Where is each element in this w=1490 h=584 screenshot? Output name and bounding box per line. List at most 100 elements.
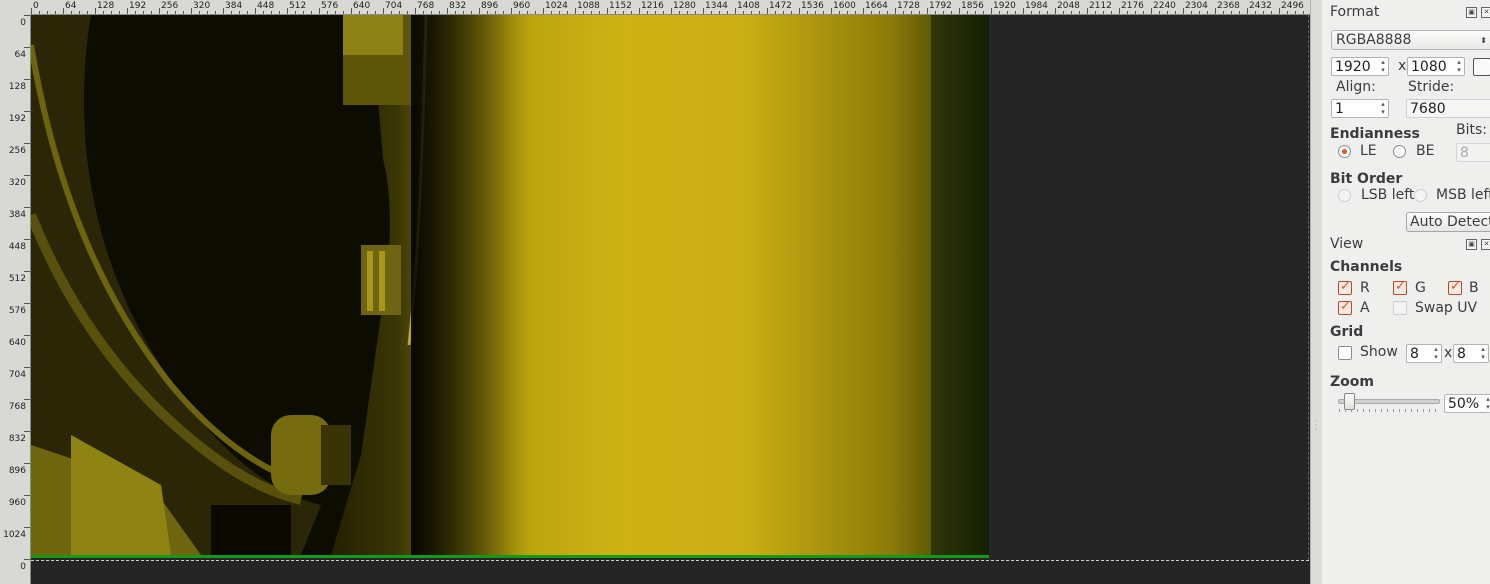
grid-label: Grid	[1330, 324, 1364, 340]
be-radio[interactable]	[1393, 145, 1406, 158]
ruler-minor-tick	[1207, 11, 1208, 14]
ruler-label: 1600	[833, 1, 856, 11]
ruler-label: 2048	[1057, 1, 1080, 11]
ruler-tick	[383, 8, 384, 14]
ruler-minor-tick	[711, 11, 712, 14]
grid-show-checkbox[interactable]	[1338, 346, 1352, 360]
ruler-minor-tick	[1191, 11, 1192, 14]
ruler-minor-tick	[1103, 11, 1104, 14]
ruler-tick	[127, 8, 128, 14]
ruler-tick	[1247, 8, 1248, 14]
grid-height-spinbox[interactable]: 8 ▴ ▾	[1453, 344, 1489, 363]
ruler-tick	[24, 47, 30, 48]
ruler-tick	[255, 8, 256, 14]
canvas-extent-line	[31, 560, 1309, 561]
channel-b-checkbox[interactable]	[1448, 279, 1462, 295]
height-spinbox[interactable]: 1080 ▴ ▾	[1407, 57, 1465, 76]
ruler-label: 512	[289, 1, 307, 11]
stride-value: 7680	[1410, 101, 1446, 117]
ruler-minor-tick	[487, 11, 488, 14]
ruler-label: 192	[129, 1, 147, 11]
ruler-minor-tick	[807, 11, 808, 14]
ruler-minor-tick	[1071, 11, 1072, 14]
ruler-minor-tick	[87, 11, 88, 14]
pixel-format-select[interactable]: RGBA8888 ⬍	[1331, 30, 1490, 50]
ruler-label: 2432	[1249, 1, 1272, 11]
ruler-minor-tick	[239, 11, 240, 14]
horizontal-ruler: 0 64 128 192 256 320 384 448 512 576 640 704 768 832 8…	[0, 0, 1310, 15]
ruler-minor-tick	[135, 11, 136, 14]
ruler-minor-tick	[935, 11, 936, 14]
stride-label: Stride:	[1408, 79, 1455, 95]
image-bottom-edge	[31, 555, 989, 558]
image-canvas[interactable]	[31, 15, 1309, 584]
ruler-tick	[223, 8, 224, 14]
ruler-minor-tick	[791, 11, 792, 14]
zoom-slider[interactable]	[1338, 393, 1440, 412]
ruler-tick	[1055, 8, 1056, 14]
ruler-tick	[479, 8, 480, 14]
ruler-minor-tick	[1271, 11, 1272, 14]
ruler-label: 384	[8, 210, 26, 220]
align-spinbox[interactable]: 1 ▴ ▾	[1331, 99, 1389, 118]
width-spinbox[interactable]: 1920 ▴ ▾	[1331, 57, 1389, 76]
zoom-label: Zoom	[1330, 374, 1374, 390]
channel-r-checkbox[interactable]	[1338, 279, 1352, 295]
raw-image-preview[interactable]	[31, 15, 989, 555]
ruler-minor-tick	[695, 11, 696, 14]
ruler-tick	[543, 8, 544, 14]
ruler-label: 1152	[609, 1, 632, 11]
canvas-extent-vline	[1308, 15, 1309, 560]
ruler-minor-tick	[343, 11, 344, 14]
ruler-minor-tick	[1135, 11, 1136, 14]
align-value: 1	[1335, 101, 1344, 117]
size-preset-button[interactable]	[1473, 58, 1490, 76]
ruler-tick	[1023, 8, 1024, 14]
side-panel: Format ▣ ✕ RGBA8888 ⬍ 1920 ▴ ▾ x 1080 ▴ ▾ …	[1322, 0, 1490, 584]
ruler-minor-tick	[743, 11, 744, 14]
zoom-spinbox[interactable]: 50% ▴ ▾	[1444, 394, 1490, 413]
zoom-value: 50%	[1448, 396, 1480, 412]
ruler-label: 2176	[1121, 1, 1144, 11]
ruler-tick	[895, 8, 896, 14]
spin-arrows-icon[interactable]: ▴ ▾	[1378, 100, 1388, 117]
pixel-format-value: RGBA8888	[1336, 32, 1412, 48]
ruler-minor-tick	[943, 11, 944, 14]
le-radio[interactable]	[1338, 145, 1351, 158]
spin-arrows-icon[interactable]: ▴ ▾	[1378, 58, 1388, 75]
grid-width-spinbox[interactable]: 8 ▴ ▾	[1406, 344, 1442, 363]
spin-arrows-icon[interactable]: ▴ ▾	[1478, 345, 1488, 362]
ruler-label: 2112	[1089, 1, 1112, 11]
zoom-slider-handle[interactable]	[1344, 393, 1355, 410]
close-dock-icon[interactable]: ✕	[1481, 239, 1490, 250]
ruler-label: 384	[225, 1, 243, 11]
ruler-minor-tick	[1143, 11, 1144, 14]
ruler-tick	[31, 8, 32, 14]
channel-a-checkbox[interactable]	[1338, 299, 1352, 315]
ruler-label: 64	[14, 50, 26, 60]
spin-arrows-icon[interactable]: ▴ ▾	[1431, 345, 1441, 362]
channels-label: Channels	[1330, 259, 1403, 275]
channel-g-checkbox[interactable]	[1393, 279, 1407, 295]
ruler-tick	[863, 8, 864, 14]
float-dock-icon[interactable]: ▣	[1466, 239, 1477, 250]
channel-g-label: G	[1415, 280, 1426, 296]
ruler-minor-tick	[815, 11, 816, 14]
ruler-minor-tick	[551, 11, 552, 14]
close-dock-icon[interactable]: ✕	[1481, 7, 1490, 18]
channel-r-label: R	[1360, 280, 1370, 296]
ruler-label: 1024	[545, 1, 568, 11]
ruler-minor-tick	[759, 11, 760, 14]
spin-arrows-icon[interactable]: ▴ ▾	[1454, 58, 1464, 75]
ruler-minor-tick	[471, 11, 472, 14]
float-dock-icon[interactable]: ▣	[1466, 7, 1477, 18]
ruler-tick	[24, 399, 30, 400]
ruler-minor-tick	[1039, 11, 1040, 14]
ruler-tick	[24, 79, 30, 80]
spin-arrows-icon[interactable]: ▴ ▾	[1483, 395, 1490, 412]
lsb-left-label: LSB left	[1361, 187, 1415, 203]
be-label: BE	[1416, 143, 1435, 159]
ruler-tick	[24, 271, 30, 272]
ruler-label: 768	[417, 1, 435, 11]
auto-detect-button[interactable]: Auto Detect	[1406, 212, 1490, 232]
